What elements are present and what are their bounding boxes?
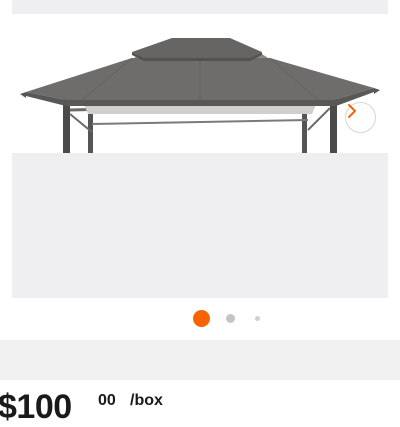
- section-divider: [0, 340, 400, 380]
- price-cents: 00: [98, 392, 116, 409]
- price-display: $100 00 /box: [0, 384, 400, 426]
- product-image-gallery[interactable]: [12, 14, 388, 298]
- chevron-right-icon: [348, 104, 356, 118]
- price-unit: /box: [130, 392, 163, 409]
- gallery-pagination: [0, 306, 400, 330]
- previous-card-edge: [12, 0, 388, 14]
- pagination-dot[interactable]: [255, 316, 260, 321]
- next-image-button[interactable]: [345, 102, 376, 133]
- pagination-dot[interactable]: [226, 314, 235, 323]
- gazebo-illustration: [20, 38, 380, 153]
- price-dollars: $100: [0, 388, 72, 426]
- pagination-dot-active[interactable]: [193, 310, 210, 327]
- gazebo-canopy-photo: [12, 14, 388, 153]
